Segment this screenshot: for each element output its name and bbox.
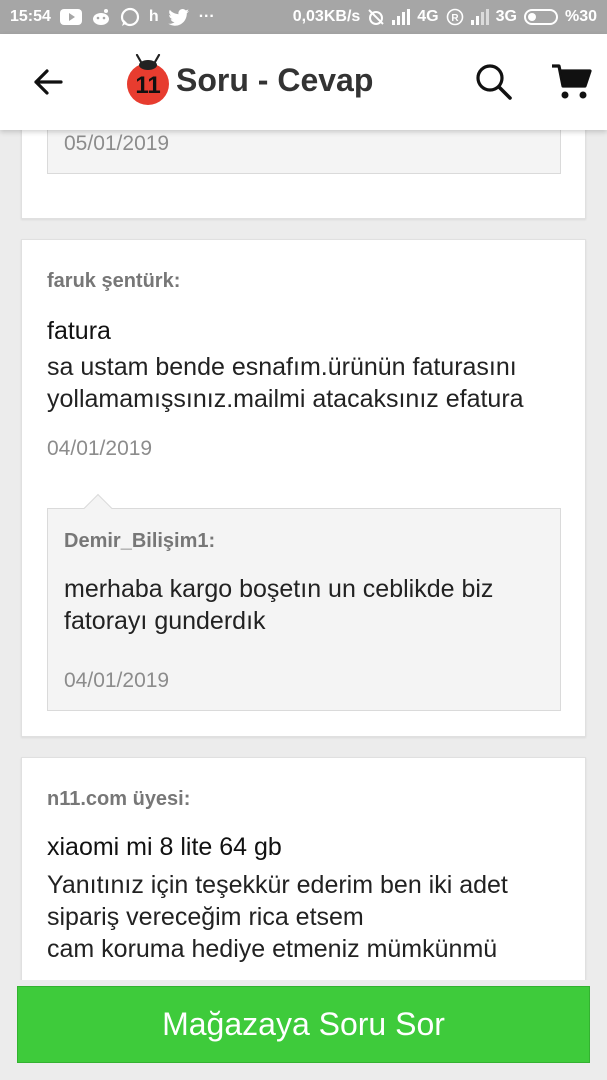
question-body: Yanıtınız için teşekkür ederim ben iki a… xyxy=(47,869,508,965)
search-icon xyxy=(476,64,512,100)
search-button[interactable] xyxy=(474,62,514,102)
question-subject: fatura xyxy=(47,317,111,345)
signal-icon xyxy=(392,9,411,25)
h-icon: h xyxy=(148,8,159,25)
more-icon: ··· xyxy=(198,8,215,25)
reply-body: merhaba kargo boşetın un ceblikde biz fa… xyxy=(64,573,493,637)
status-bar: 15:54 h ··· 0,03KB/s 4G R 3G %30 xyxy=(0,0,607,34)
questions-list[interactable]: 05/01/2019 faruk şentürk: fatura sa usta… xyxy=(0,130,607,980)
logo-text: 11 xyxy=(135,72,160,99)
reply-date: 04/01/2019 xyxy=(64,669,170,692)
status-time: 15:54 xyxy=(10,8,51,25)
question-date: 04/01/2019 xyxy=(47,437,153,460)
twitter-icon xyxy=(168,8,190,26)
question-body-line: Yanıtınız için teşekkür ederim ben iki a… xyxy=(47,871,508,899)
network-speed: 0,03KB/s xyxy=(292,8,361,25)
question-body-line: sipariş vereceğim rica etsem xyxy=(47,903,364,931)
battery-level: %30 xyxy=(564,8,597,25)
network-type-2: 3G xyxy=(495,8,517,25)
question-author: faruk şentürk: xyxy=(47,270,181,292)
reply-date: 05/01/2019 xyxy=(64,132,170,155)
signal-icon-2 xyxy=(470,9,489,25)
network-type-1: 4G xyxy=(417,8,439,25)
ask-question-button[interactable]: Mağazaya Soru Sor xyxy=(17,986,590,1063)
n11-logo: 11 xyxy=(125,53,171,106)
youtube-icon xyxy=(59,9,82,25)
question-body-line: cam koruma hediye etmeniz mümkünmü xyxy=(47,935,498,963)
svg-text:R: R xyxy=(451,13,459,24)
question-card: 05/01/2019 xyxy=(21,130,586,219)
page-title: Soru - Cevap xyxy=(176,62,374,98)
reply-pointer xyxy=(83,493,113,523)
back-button[interactable] xyxy=(30,64,66,100)
question-body-line: sa ustam bende esnafım.ürünün faturasını xyxy=(47,353,517,381)
question-author: n11.com üyesi: xyxy=(47,788,191,810)
question-card: n11.com üyesi: xiaomi mi 8 lite 64 gb Ya… xyxy=(21,757,586,980)
reply-body-line: fatorayı gunderdık xyxy=(64,607,266,635)
reply-author: Demir_Bilişim1: xyxy=(64,530,216,552)
cart-icon xyxy=(552,64,592,99)
question-body-line: yollamamışsınız.mailmi atacaksınız efatu… xyxy=(47,385,524,413)
reply-body-line: merhaba kargo boşetın un ceblikde biz xyxy=(64,575,494,603)
question-subject: xiaomi mi 8 lite 64 gb xyxy=(47,833,282,861)
arrow-left-icon xyxy=(34,69,63,95)
reddit-icon xyxy=(91,8,111,26)
roaming-icon: R xyxy=(446,8,464,26)
alarm-off-icon xyxy=(367,8,385,26)
whatsapp-icon xyxy=(120,7,140,27)
question-card: faruk şentürk: fatura sa ustam bende esn… xyxy=(21,239,586,737)
seller-reply: 05/01/2019 xyxy=(47,130,561,174)
seller-reply: Demir_Bilişim1: merhaba kargo boşetın un… xyxy=(47,493,561,711)
app-bar: 11 Soru - Cevap xyxy=(0,34,607,130)
battery-icon xyxy=(523,9,558,25)
cart-button[interactable] xyxy=(550,62,594,102)
question-body: sa ustam bende esnafım.ürünün faturasını… xyxy=(47,351,524,415)
